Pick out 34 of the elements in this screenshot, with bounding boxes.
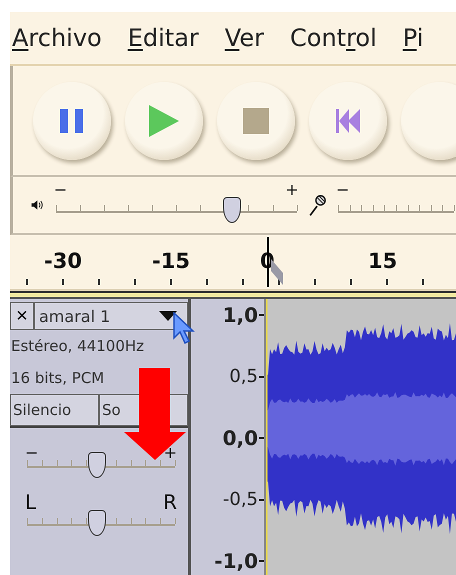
dropdown-caret-icon xyxy=(159,311,177,321)
menu-item[interactable]: Pi xyxy=(402,24,424,52)
volume-slider[interactable]: − + xyxy=(54,183,299,227)
track-info-text: 16 bits, PCM xyxy=(10,368,106,389)
slider-thumb[interactable] xyxy=(222,197,241,223)
slider-thumb[interactable] xyxy=(88,452,106,478)
pause-icon xyxy=(59,108,85,134)
play-icon xyxy=(149,104,179,136)
ruler-label: -15 xyxy=(152,249,190,273)
minus-label: − xyxy=(336,181,350,199)
down-arrow-icon xyxy=(124,368,186,460)
menu-item[interactable]: Editar xyxy=(128,24,199,52)
menu-item[interactable]: Archivo xyxy=(12,24,102,52)
track-name-dropdown[interactable]: amaral 1 xyxy=(34,302,188,330)
minus-label: − xyxy=(54,181,68,199)
scale-label: 1,0 xyxy=(222,303,258,327)
ruler-label: -30 xyxy=(44,249,82,273)
skip-to-start-icon xyxy=(336,108,360,132)
scale-label: -1,0 xyxy=(214,549,258,573)
track-info-text: Estéreo, 44100Hz xyxy=(10,336,146,357)
menu-item[interactable]: Control xyxy=(290,24,377,52)
menu-item[interactable]: Ver xyxy=(224,24,264,52)
scale-label: 0,5 xyxy=(229,366,258,387)
scale-label: 0,0 xyxy=(222,426,258,450)
scale-label: -0,5 xyxy=(222,489,258,510)
stop-icon xyxy=(243,108,269,134)
slider-thumb[interactable] xyxy=(88,510,106,536)
minus-label: − xyxy=(25,444,38,462)
plus-label: + xyxy=(164,444,177,462)
close-button[interactable]: × xyxy=(10,302,34,330)
ruler-label: 15 xyxy=(368,249,398,273)
track-button[interactable]: Silencio xyxy=(10,394,99,426)
plus-label: + xyxy=(285,181,299,199)
mouse-pointer-icon xyxy=(173,312,195,344)
